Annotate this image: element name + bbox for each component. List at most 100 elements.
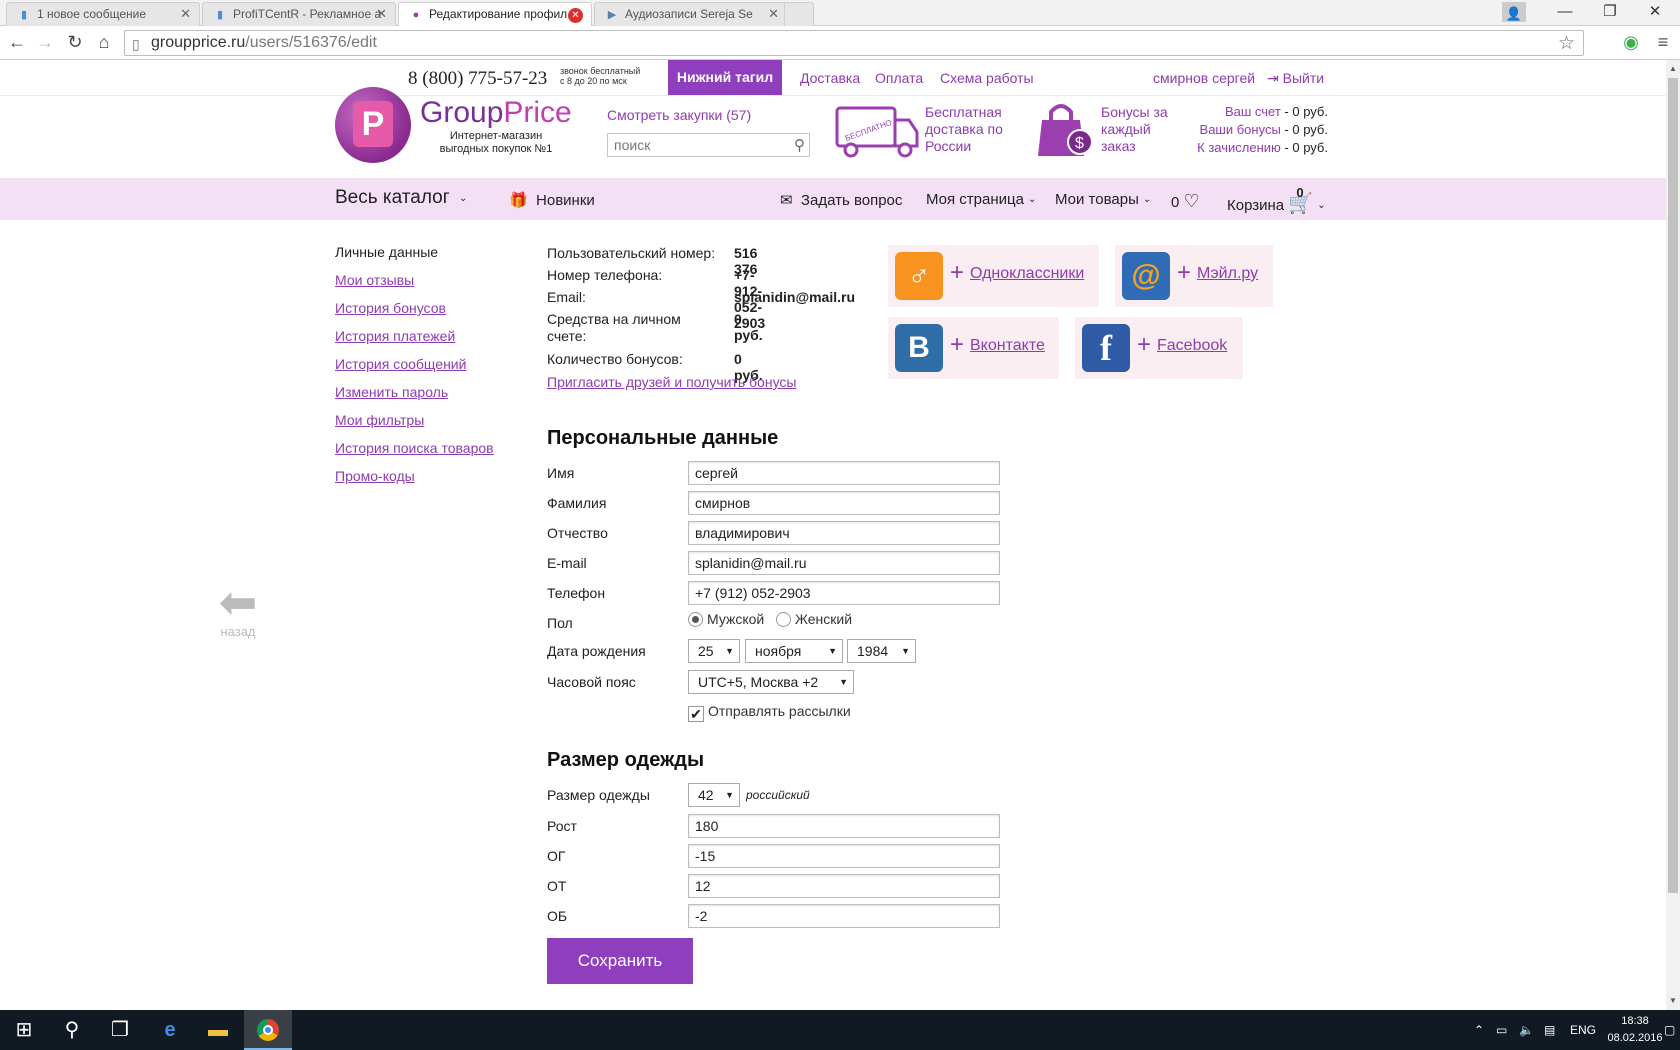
browser-tab-active[interactable]: ● Редактирование профил ✕ (398, 2, 592, 26)
address-bar[interactable]: ▯ groupprice.ru/users/516376/edit ☆ (124, 30, 1584, 56)
chevron-up-icon[interactable]: ⌃ (1474, 1010, 1484, 1050)
height-input[interactable]: 180 (688, 814, 1000, 838)
notification-icon[interactable]: ▤ (1544, 1010, 1555, 1050)
user-name-link[interactable]: смирнов сергей (1153, 70, 1255, 86)
volume-icon[interactable]: 🔈 (1519, 1010, 1534, 1050)
restore-icon[interactable]: ❐ (1590, 0, 1630, 24)
close-icon[interactable]: ✕ (180, 6, 191, 22)
logo-mark: P (353, 101, 393, 147)
sidebar-item-promo-codes[interactable]: Промо-коды (335, 468, 494, 496)
home-icon[interactable]: ⌂ (93, 32, 115, 53)
close-icon[interactable]: ✕ (768, 6, 779, 22)
ask-question-link[interactable]: ✉ Задать вопрос (780, 191, 902, 209)
bonus-promo[interactable]: Бонусы за каждый заказ (1101, 104, 1168, 155)
chest-input[interactable]: -15 (688, 844, 1000, 868)
first-name-input[interactable]: сергей (688, 461, 1000, 485)
info-key: Средства на личном счете: (547, 311, 681, 344)
last-name-input[interactable]: смирнов (688, 491, 1000, 515)
waist-input[interactable]: 12 (688, 874, 1000, 898)
sidebar-item-reviews[interactable]: Мои отзывы (335, 272, 494, 300)
new-tab-button[interactable] (784, 2, 814, 26)
back-button[interactable]: ⬅ назад (216, 579, 260, 639)
browser-tab[interactable]: ▮ ProfiTCentR - Рекламное а ✕ (202, 2, 396, 26)
payment-link[interactable]: Оплата (875, 70, 923, 86)
sidebar-item-search-history[interactable]: История поиска товаров (335, 440, 494, 468)
timezone-select[interactable]: UTC+5, Москва +2 ▼ (688, 670, 854, 694)
phone-input[interactable]: +7 (912) 052-2903 (688, 581, 1000, 605)
chrome-icon[interactable] (244, 1010, 292, 1050)
sidebar-item-bonus-history[interactable]: История бонусов (335, 300, 494, 328)
size-label: Размер одежды (547, 787, 650, 803)
menu-icon[interactable]: ≡ (1652, 32, 1674, 54)
minimize-icon[interactable]: — (1545, 0, 1585, 24)
cart-link[interactable]: Корзина 🛒 0 ⌄ (1227, 185, 1326, 216)
hips-input[interactable]: -2 (688, 904, 1000, 928)
logo[interactable]: P (335, 87, 411, 163)
sidebar-item-change-password[interactable]: Изменить пароль (335, 384, 494, 412)
back-arrow-icon[interactable]: ← (6, 32, 28, 53)
city-button[interactable]: Нижний тагил (668, 60, 782, 95)
close-window-icon[interactable]: ✕ (1635, 0, 1675, 24)
clock[interactable]: 18:38 08.02.2016 (1607, 1013, 1663, 1047)
favorites-link[interactable]: 0 ♡ (1171, 191, 1200, 212)
size-select[interactable]: 42 ▼ (688, 783, 740, 807)
delivery-link[interactable]: Доставка (800, 70, 860, 86)
my-goods-menu[interactable]: Мои товары ⌄ (1055, 191, 1151, 208)
forward-arrow-icon[interactable]: → (34, 32, 56, 53)
sidebar-item-filters[interactable]: Мои фильтры (335, 412, 494, 440)
task-view-icon[interactable]: ❐ (96, 1010, 144, 1050)
play-icon: ▶ (607, 9, 617, 21)
search-icon[interactable]: ⚲ (48, 1010, 96, 1050)
extension-icon[interactable]: ◉ (1620, 32, 1642, 54)
bookmark-star-icon[interactable]: ☆ (1558, 32, 1575, 55)
close-icon[interactable]: ✕ (568, 8, 583, 23)
dropdown-arrow-icon: ▼ (901, 646, 910, 656)
social-link[interactable]: Одноклассники (970, 265, 1084, 283)
gender-female-radio[interactable]: Женский (776, 611, 852, 627)
profile-icon[interactable]: 👤 (1502, 2, 1526, 22)
close-icon[interactable]: ✕ (376, 6, 387, 22)
browser-tab[interactable]: ▮ 1 новое сообщение ✕ (6, 2, 200, 26)
network-icon[interactable]: ▭ (1496, 1010, 1507, 1050)
language-indicator[interactable]: ENG (1570, 1010, 1596, 1050)
social-link[interactable]: Вконтакте (970, 337, 1045, 355)
email-input[interactable]: splanidin@mail.ru (688, 551, 1000, 575)
scroll-up-icon[interactable]: ▲ (1668, 64, 1678, 73)
file-explorer-icon[interactable]: ▬ (194, 1010, 242, 1050)
social-facebook[interactable]: f + Facebook (1075, 317, 1243, 379)
birth-year-select[interactable]: 1984 ▼ (847, 639, 916, 663)
browser-tab[interactable]: ▶ Аудиозаписи Sereja Se ✕ (594, 2, 788, 26)
social-odnoklassniki[interactable]: ♂ + Одноклассники (888, 245, 1099, 307)
scroll-thumb[interactable] (1668, 78, 1678, 893)
birth-day-select[interactable]: 25 ▼ (688, 639, 740, 663)
how-it-works-link[interactable]: Схема работы (940, 70, 1034, 86)
action-center-icon[interactable]: ▢ (1664, 1010, 1675, 1050)
gender-male-radio[interactable]: Мужской (688, 611, 764, 627)
social-link[interactable]: Мэйл.ру (1197, 265, 1258, 283)
sidebar-item-payment-history[interactable]: История платежей (335, 328, 494, 356)
edge-icon[interactable]: e (146, 1010, 194, 1050)
sidebar-item-message-history[interactable]: История сообщений (335, 356, 494, 384)
catalog-menu[interactable]: Весь каталог ⌄ (335, 187, 467, 209)
newsletter-checkbox[interactable]: ✔ Отправлять рассылки (688, 703, 851, 722)
purchases-link[interactable]: Смотреть закупки (57) (607, 107, 751, 123)
social-link[interactable]: Facebook (1157, 337, 1227, 355)
social-vkontakte[interactable]: B + Вконтакте (888, 317, 1059, 379)
windows-start-icon[interactable]: ⊞ (0, 1010, 48, 1050)
birth-month-select[interactable]: ноября ▼ (745, 639, 843, 663)
social-mailru[interactable]: @ + Мэйл.ру (1115, 245, 1273, 307)
reload-icon[interactable]: ↻ (64, 32, 86, 53)
url-path: /users/516376/edit (245, 34, 377, 51)
brand-name[interactable]: GroupPrice (420, 96, 572, 130)
invite-friends-link[interactable]: Пригласить друзей и получить бонусы (547, 374, 796, 390)
search-icon[interactable]: ⚲ (794, 136, 805, 154)
my-page-menu[interactable]: Моя страница ⌄ (926, 191, 1036, 208)
search-input[interactable] (608, 134, 783, 156)
page-scrollbar[interactable]: ▲ ▼ (1666, 60, 1680, 1010)
save-button[interactable]: Сохранить (547, 938, 693, 984)
logout-link[interactable]: ⇥ Выйти (1267, 70, 1324, 87)
free-delivery-promo[interactable]: Бесплатная доставка по России (925, 104, 1003, 155)
new-items-link[interactable]: 🎁 Новинки (509, 191, 595, 209)
patronymic-input[interactable]: владимирович (688, 521, 1000, 545)
scroll-down-icon[interactable]: ▼ (1668, 996, 1678, 1005)
